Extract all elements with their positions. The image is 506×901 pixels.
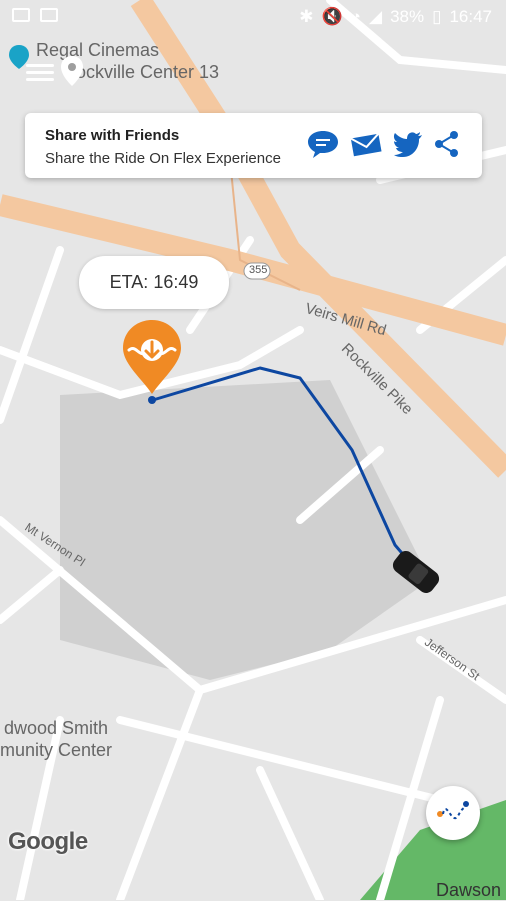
share-card: Share with Friends Share the Ride On Fle… (25, 113, 482, 178)
google-logo: Google (8, 828, 88, 855)
share-subtitle: Share the Ride On Flex Experience (45, 150, 281, 167)
mute-icon: 🔇 (321, 7, 343, 26)
map-label-dawson: Dawson (436, 880, 502, 900)
share-icon[interactable] (434, 130, 460, 158)
ride-route-icon (437, 801, 469, 820)
sms-icon[interactable] (306, 129, 340, 159)
menu-button[interactable] (26, 60, 54, 84)
eta-bubble: ETA: 16:49 (79, 256, 229, 309)
map-label-community-line2: munity Center (0, 740, 113, 760)
status-bar: ✱ 🔇 ◔ ◢ 38% ▯ 16:47 (0, 0, 506, 36)
status-time: 16:47 (449, 7, 492, 26)
bluetooth-icon: ✱ (299, 7, 314, 26)
image-notification-icon (12, 8, 30, 22)
eta-label: ETA: 16:49 (109, 272, 199, 292)
twitter-icon[interactable] (392, 130, 424, 158)
gallery-notification-icon (40, 8, 58, 22)
map-label-route-number: 355 (249, 264, 268, 276)
map-label-poi-line2: ockville Center 13 (76, 62, 220, 82)
ride-on-flex-button[interactable] (426, 786, 480, 840)
share-title: Share with Friends (45, 127, 180, 144)
email-icon[interactable] (350, 130, 382, 158)
wifi-icon: ◔ (350, 7, 361, 26)
battery-icon: ▯ (432, 7, 442, 26)
map-label-poi-line1: Regal Cinemas (36, 40, 160, 60)
battery-percent: 38% (390, 7, 425, 26)
location-pin-icon[interactable] (58, 54, 86, 88)
pickup-pin-icon[interactable] (121, 318, 183, 404)
signal-icon: ◢ (368, 7, 383, 26)
map-label-community-line1: dwood Smith (4, 718, 109, 738)
